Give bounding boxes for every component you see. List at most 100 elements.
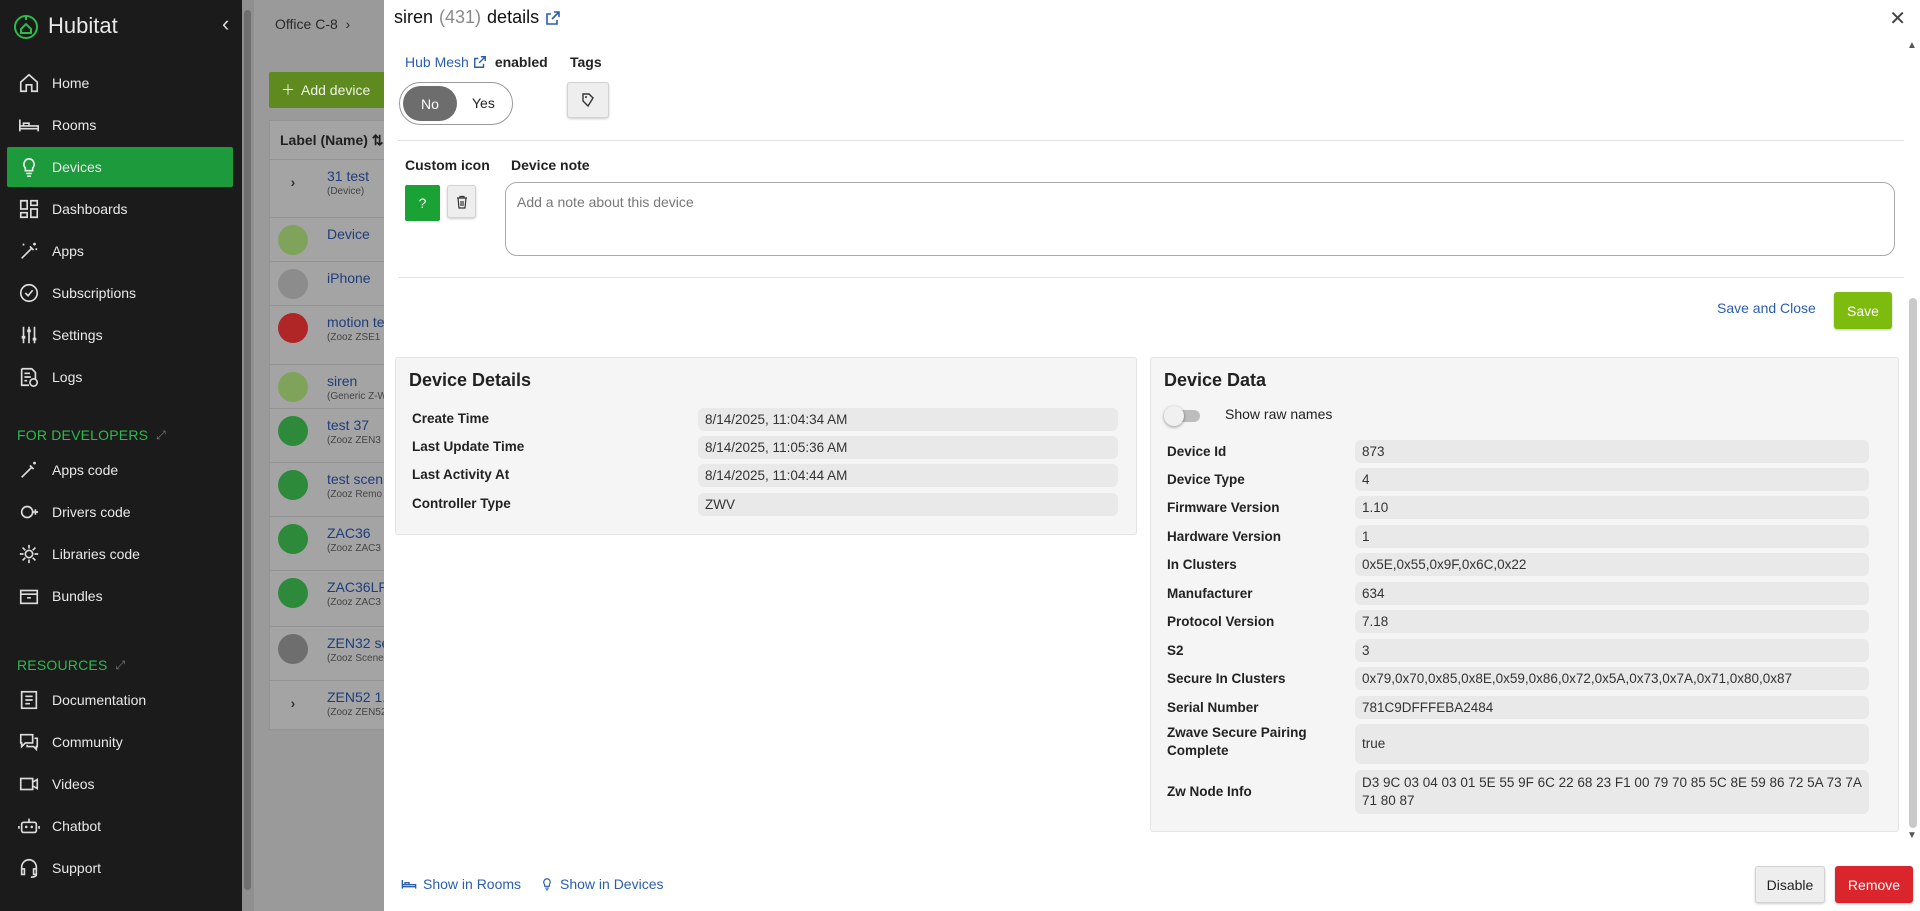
table-row[interactable]: ZAC36LR (Zooz ZAC3 xyxy=(270,570,398,614)
edit-tags-button[interactable] xyxy=(567,82,609,118)
nav-drivers-code-label: Drivers code xyxy=(52,504,131,520)
video-icon xyxy=(19,777,39,791)
device-type-icon xyxy=(278,225,308,255)
nav-support[interactable]: Support xyxy=(7,848,233,888)
plus-icon: ＋ xyxy=(281,82,295,98)
check-circle-icon xyxy=(19,283,39,303)
table-row[interactable]: test scen (Zooz Remo xyxy=(270,462,398,506)
nav-videos[interactable]: Videos xyxy=(7,764,233,804)
breadcrumb[interactable]: Office C-8 › xyxy=(275,16,350,32)
hub-mesh-no-option[interactable]: No xyxy=(403,86,457,121)
nav-bundles[interactable]: Bundles xyxy=(7,576,233,616)
table-row[interactable]: motion te (Zooz ZSE1 xyxy=(270,305,398,349)
nav-community[interactable]: Community xyxy=(7,722,233,762)
section-for-developers-label: FOR DEVELOPERS xyxy=(17,427,149,443)
tag-edit-icon xyxy=(582,93,594,108)
delete-icon-button[interactable] xyxy=(447,185,476,218)
nav-chatbot-label: Chatbot xyxy=(52,818,102,834)
add-device-label: Add device xyxy=(301,82,371,98)
brand-name: Hubitat xyxy=(48,13,118,38)
nav-documentation[interactable]: Documentation xyxy=(7,680,233,720)
device-type-icon xyxy=(278,372,308,402)
table-row[interactable]: ZEN32 se (Zooz Scene xyxy=(270,626,398,670)
bed-icon xyxy=(401,880,417,889)
detail-value: 8/14/2025, 11:04:44 AM xyxy=(698,464,1118,487)
hub-mesh-yes-option[interactable]: Yes xyxy=(472,95,495,111)
nav-subscriptions[interactable]: Subscriptions xyxy=(7,273,233,313)
data-label: Secure In Clusters xyxy=(1167,671,1286,686)
hub-mesh-header: Hub Mesh enabled xyxy=(405,54,548,70)
brand[interactable]: Hubitat xyxy=(12,10,118,42)
hub-mesh-toggle[interactable]: No Yes xyxy=(399,82,513,125)
show-in-devices-link[interactable]: Show in Devices xyxy=(540,876,664,892)
device-type-icon xyxy=(278,416,308,446)
table-row[interactable]: siren (Generic Z-W xyxy=(270,364,398,408)
add-device-button[interactable]: ＋ Add device xyxy=(269,72,389,108)
sidebar: Hubitat ‹ Home Rooms Devices Dashboards … xyxy=(0,0,242,911)
hub-mesh-link[interactable]: Hub Mesh xyxy=(405,54,469,70)
open-external-icon[interactable] xyxy=(473,55,487,69)
nav-home[interactable]: Home xyxy=(7,63,233,103)
data-value: 7.18 xyxy=(1355,610,1869,633)
device-type-icon xyxy=(278,634,308,664)
show-in-devices-label: Show in Devices xyxy=(560,876,664,892)
show-in-rooms-link[interactable]: Show in Rooms xyxy=(401,876,521,892)
breadcrumb-hub[interactable]: Office C-8 xyxy=(275,16,338,32)
table-row[interactable]: › 31 test (Device) xyxy=(270,159,398,203)
scroll-down-icon[interactable]: ▼ xyxy=(1907,830,1917,841)
table-row[interactable]: Device xyxy=(270,217,398,261)
data-label: Protocol Version xyxy=(1167,614,1275,629)
nav-chatbot[interactable]: Chatbot xyxy=(7,806,233,846)
divider xyxy=(398,277,1904,278)
nav-rooms[interactable]: Rooms xyxy=(7,105,233,145)
data-label: S2 xyxy=(1167,643,1184,658)
nav-drivers-code[interactable]: Drivers code xyxy=(7,492,233,532)
device-data-title: Device Data xyxy=(1164,370,1267,390)
section-resources-label: RESOURCES xyxy=(17,657,108,673)
nav-libraries-code[interactable]: Libraries code xyxy=(7,534,233,574)
save-and-close-button[interactable]: Save and Close xyxy=(1717,300,1816,316)
detail-value: ZWV xyxy=(698,493,1118,516)
table-row[interactable]: ZAC36 (Zooz ZAC3 xyxy=(270,516,398,560)
table-row[interactable]: test 37 (Zooz ZEN3 xyxy=(270,408,398,452)
data-value: D3 9C 03 04 03 01 5E 55 9F 6C 22 68 23 F… xyxy=(1355,770,1869,814)
dialog-scrollbar[interactable]: ▲ ▼ xyxy=(1906,40,1918,841)
background-scrollbar-thumb[interactable] xyxy=(244,10,251,890)
nav-dashboards[interactable]: Dashboards xyxy=(7,189,233,229)
close-icon[interactable]: ✕ xyxy=(1889,6,1906,31)
libraries-code-icon xyxy=(19,544,39,564)
collapse-sidebar-icon[interactable]: ‹ xyxy=(222,13,229,35)
scroll-up-icon[interactable]: ▲ xyxy=(1907,40,1917,51)
dialog-title: siren (431) details xyxy=(394,7,561,28)
nav-apps[interactable]: Apps xyxy=(7,231,233,271)
data-value: 1.10 xyxy=(1355,496,1869,519)
nav-community-label: Community xyxy=(52,734,123,750)
open-external-icon[interactable] xyxy=(545,10,561,26)
remove-button[interactable]: Remove xyxy=(1835,866,1913,903)
nav-bundles-label: Bundles xyxy=(52,588,103,604)
nav-apps-code[interactable]: Apps code xyxy=(7,450,233,490)
detail-label: Create Time xyxy=(412,411,490,426)
device-type-icon xyxy=(278,524,308,554)
custom-icon-button[interactable]: ? xyxy=(405,185,440,221)
expand-icon[interactable]: ⤢ xyxy=(156,428,166,443)
nav-settings[interactable]: Settings xyxy=(7,315,233,355)
save-button[interactable]: Save xyxy=(1834,292,1892,329)
lightbulb-icon xyxy=(543,878,551,891)
nav-subscriptions-label: Subscriptions xyxy=(52,285,137,301)
nav-logs[interactable]: Logs xyxy=(7,357,233,397)
table-row[interactable]: › ZEN52 1.8 (Zooz ZEN52 xyxy=(270,680,398,724)
nav-devices[interactable]: Devices xyxy=(7,147,233,187)
table-row[interactable]: iPhone xyxy=(270,261,398,305)
table-header-label[interactable]: Label (Name) ⇅ xyxy=(280,132,384,149)
device-note-input[interactable] xyxy=(505,182,1895,256)
dialog-title-count: (431) xyxy=(439,7,482,27)
dialog-scrollbar-thumb[interactable] xyxy=(1909,298,1917,828)
tags-label: Tags xyxy=(570,54,602,70)
disable-button[interactable]: Disable xyxy=(1755,866,1825,903)
hub-mesh-enabled-label: enabled xyxy=(494,54,548,70)
nav-videos-label: Videos xyxy=(52,776,95,792)
nav-home-label: Home xyxy=(52,75,90,91)
expand-icon[interactable]: ⤢ xyxy=(115,658,125,673)
show-raw-names-toggle[interactable] xyxy=(1164,406,1200,426)
